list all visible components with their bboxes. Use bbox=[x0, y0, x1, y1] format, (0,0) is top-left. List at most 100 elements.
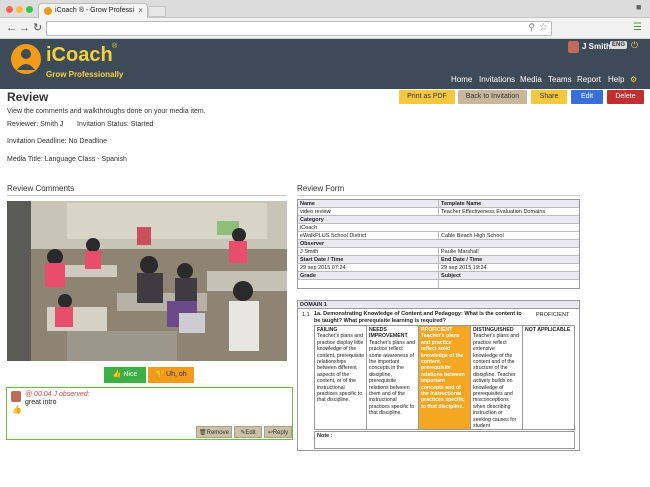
nav-report[interactable]: Report bbox=[577, 75, 601, 84]
rubric-text: Teacher's plans and practice reflect som… bbox=[369, 339, 415, 417]
observer-value: J Smith bbox=[300, 249, 319, 255]
rubric-text: Teacher's plans and practice display lit… bbox=[317, 333, 365, 404]
observed-value: Paulie Marshall bbox=[438, 248, 579, 255]
start-value: 29 sep 2015 07:24 bbox=[300, 265, 346, 271]
minimize-window-button[interactable] bbox=[16, 6, 23, 13]
rubric-head: NOT APPLICABLE bbox=[525, 327, 571, 333]
browser-tabstrip: iCoach ® - Grow Professi × ■ bbox=[0, 0, 650, 18]
reply-label: Reply bbox=[272, 430, 289, 436]
table-row: iCoach bbox=[298, 224, 579, 232]
rubric-failing[interactable]: FAILING Teacher's plans and practice dis… bbox=[315, 326, 366, 429]
logo-text[interactable]: iCoach bbox=[46, 44, 113, 67]
deadline-field: Invitation Deadline: No Deadline bbox=[7, 138, 107, 145]
new-tab-button[interactable] bbox=[148, 6, 166, 17]
video-player[interactable] bbox=[7, 201, 287, 361]
media-title-field: Media Title: Language Class - Spanish bbox=[7, 156, 127, 163]
close-tab-icon[interactable]: × bbox=[138, 4, 143, 18]
nav-settings-gear-icon[interactable]: ⚙ bbox=[630, 75, 637, 84]
media-title-value: Language Class - Spanish bbox=[44, 156, 127, 163]
tab-title: iCoach ® - Grow Professi bbox=[55, 7, 135, 14]
back-to-invitation-button[interactable]: Back to Invitation bbox=[458, 90, 527, 104]
language-badge[interactable]: ENG bbox=[610, 41, 628, 49]
edit-button[interactable]: Edit bbox=[571, 90, 603, 104]
coach-logo-icon bbox=[11, 44, 41, 74]
review-form-table: Name Template Name video review Teacher … bbox=[297, 199, 580, 289]
divider bbox=[297, 195, 580, 196]
deadline-label: Invitation Deadline: bbox=[7, 138, 67, 145]
delete-button[interactable]: Delete bbox=[607, 90, 644, 104]
share-button[interactable]: Share bbox=[531, 90, 567, 104]
rubric-text: Teacher's plans and practice reflect ext… bbox=[473, 333, 519, 429]
avatar bbox=[11, 391, 21, 402]
app-header: iCoach ® Grow Professionally J Smith ENG… bbox=[0, 39, 650, 89]
subject-header: Subject bbox=[438, 272, 579, 279]
browser-tab[interactable]: iCoach ® - Grow Professi × bbox=[38, 3, 148, 18]
rubric-table: FAILING Teacher's plans and practice dis… bbox=[314, 325, 575, 430]
user-name[interactable]: J Smith bbox=[582, 42, 611, 51]
nav-teams[interactable]: Teams bbox=[548, 75, 572, 84]
template-value: Teacher Effectiveness Evaluation Domains bbox=[438, 208, 579, 215]
address-bar[interactable]: ⚲ ☆ bbox=[46, 21, 552, 36]
zoom-window-button[interactable] bbox=[26, 6, 33, 13]
category-header: Category bbox=[300, 217, 324, 223]
table-row: J Smith Paulie Marshall bbox=[298, 248, 579, 256]
search-icon[interactable]: ⚲ bbox=[528, 22, 535, 33]
nav-help[interactable]: Help bbox=[608, 75, 624, 84]
district-value: eWalkPLUS School District bbox=[300, 233, 367, 239]
school-value: Cable Beach High School bbox=[438, 232, 579, 239]
favicon-icon bbox=[44, 7, 52, 15]
table-row: Start Date / Time End Date / Time bbox=[298, 256, 579, 264]
logout-power-icon[interactable]: ⏻ bbox=[631, 40, 638, 51]
invitation-status-label: Invitation Status: bbox=[77, 121, 129, 128]
criterion-number: 1.1 bbox=[302, 312, 310, 318]
table-row: Category bbox=[298, 216, 579, 224]
note-field[interactable]: Note : bbox=[314, 431, 575, 449]
nice-button[interactable]: 👍 Nice bbox=[104, 367, 146, 383]
browser-menu-icon[interactable]: ☰ bbox=[633, 22, 642, 33]
criterion-rating: PROFICIENT bbox=[536, 312, 570, 318]
back-arrow-icon[interactable]: ← bbox=[6, 21, 17, 35]
nav-home[interactable]: Home bbox=[451, 75, 472, 84]
reviewer-field: Reviewer: Smith J Invitation Status: Sta… bbox=[7, 121, 153, 128]
comment-meta[interactable]: @ 00:04 J observed: bbox=[25, 391, 90, 398]
domain-section: DOMAIN 1 1.1 1a. Demonstrating Knowledge… bbox=[297, 300, 580, 451]
nav-media[interactable]: Media bbox=[520, 75, 542, 84]
note-label: Note : bbox=[317, 433, 333, 439]
profile-icon[interactable]: ■ bbox=[636, 2, 641, 12]
rubric-needs-improvement[interactable]: NEEDS IMPROVEMENT Teacher's plans and pr… bbox=[366, 326, 418, 429]
like-thumb-icon[interactable]: 👍 bbox=[12, 405, 22, 414]
review-form-heading: Review Form bbox=[297, 184, 345, 193]
table-row: eWalkPLUS School District Cable Beach Hi… bbox=[298, 232, 579, 240]
start-header: Start Date / Time bbox=[300, 257, 344, 263]
comment-item: @ 00:04 J observed: great intro 👍 🗑Remov… bbox=[6, 387, 293, 440]
nav-invitations[interactable]: Invitations bbox=[479, 75, 515, 84]
page-description: View the comments and walkthroughs done … bbox=[7, 108, 206, 115]
table-row: Name Template Name bbox=[298, 200, 579, 208]
thumbs-down-icon: 👎 bbox=[155, 371, 165, 378]
rubric-not-applicable[interactable]: NOT APPLICABLE bbox=[522, 326, 574, 429]
observer-header: Observer bbox=[300, 241, 325, 247]
remove-comment-button[interactable]: 🗑Remove bbox=[196, 426, 232, 438]
edit-comment-button[interactable]: ✎Edit bbox=[234, 426, 262, 438]
forward-arrow-icon[interactable]: → bbox=[19, 21, 30, 35]
nice-label: Nice bbox=[123, 371, 138, 378]
invitation-status-value: Started bbox=[130, 121, 154, 128]
domain-title: DOMAIN 1 bbox=[298, 301, 579, 309]
bookmark-star-icon[interactable]: ☆ bbox=[539, 22, 548, 33]
table-row: Observer bbox=[298, 240, 579, 248]
print-pdf-button[interactable]: Print as PDF bbox=[399, 90, 455, 104]
reload-icon[interactable]: ↻ bbox=[33, 21, 42, 35]
page-title: Review bbox=[7, 90, 49, 104]
classroom-video-frame bbox=[7, 201, 287, 361]
rubric-distinguished[interactable]: DISTINGUISHED Teacher's plans and practi… bbox=[470, 326, 522, 429]
uh-oh-button[interactable]: 👎 Uh, oh bbox=[148, 367, 194, 383]
close-window-button[interactable] bbox=[6, 6, 13, 13]
table-row: video review Teacher Effectiveness Evalu… bbox=[298, 208, 579, 216]
edit-label: Edit bbox=[245, 430, 256, 436]
rubric-proficient-selected[interactable]: PROFICIENT Teacher's plans and practice … bbox=[418, 326, 470, 429]
reply-comment-button[interactable]: ↩Reply bbox=[264, 426, 292, 438]
logo-registered: ® bbox=[112, 43, 118, 50]
media-title-label: Media Title: bbox=[7, 156, 43, 163]
comment-text: great intro bbox=[25, 399, 57, 406]
avatar[interactable] bbox=[568, 41, 579, 53]
